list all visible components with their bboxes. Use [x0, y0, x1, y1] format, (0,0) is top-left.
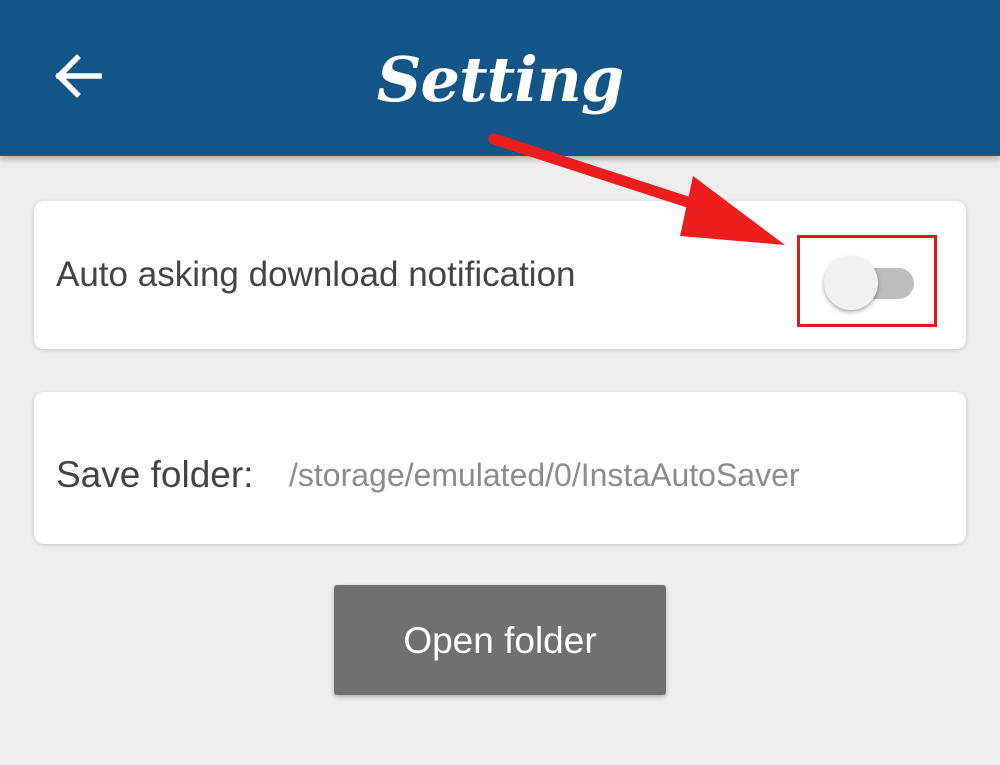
open-folder-button[interactable]: Open folder: [334, 585, 666, 695]
save-folder-card: Save folder: /storage/emulated/0/InstaAu…: [34, 392, 966, 544]
save-folder-path: /storage/emulated/0/InstaAutoSaver: [289, 457, 800, 493]
page-title: Setting: [376, 43, 624, 116]
app-bar: Setting: [0, 0, 1000, 156]
save-folder-label: Save folder:: [56, 454, 254, 495]
notification-setting-label: Auto asking download notification: [56, 255, 576, 294]
notification-toggle[interactable]: [824, 255, 916, 311]
notification-setting-card: Auto asking download notification: [34, 201, 966, 349]
toggle-thumb: [824, 256, 878, 310]
arrow-left-icon: [53, 53, 103, 103]
back-button[interactable]: [46, 46, 110, 110]
